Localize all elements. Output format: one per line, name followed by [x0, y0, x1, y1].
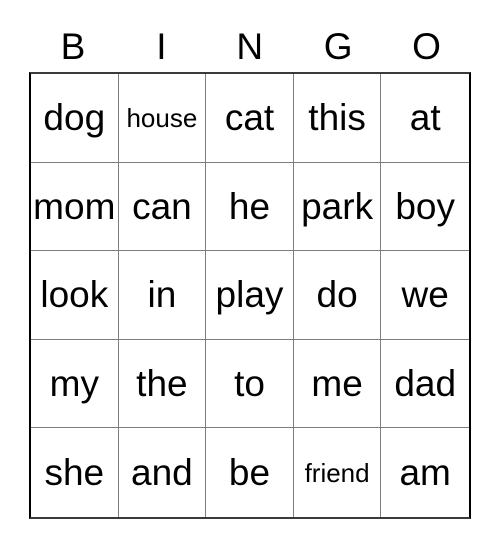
bingo-cell-label: to: [234, 363, 265, 405]
bingo-cell-label: dad: [394, 363, 457, 405]
bingo-card: B I N G O dog house cat this at mom can …: [29, 20, 471, 519]
bingo-cell-label: at: [409, 97, 441, 139]
bingo-cell-label: this: [308, 97, 366, 139]
bingo-cell-label: friend: [304, 457, 370, 488]
bingo-header-letter-b: B: [60, 25, 86, 67]
bingo-cell-label: boy: [395, 185, 456, 227]
bingo-header-row: B I N G O: [29, 20, 471, 72]
bingo-cell[interactable]: to: [206, 339, 294, 429]
bingo-cell[interactable]: friend: [293, 428, 382, 517]
bingo-cell[interactable]: my: [31, 339, 119, 429]
bingo-header-letter-i: I: [156, 25, 167, 67]
bingo-cell[interactable]: can: [118, 162, 207, 252]
bingo-cell-label: the: [136, 363, 188, 405]
bingo-cell-label: my: [49, 363, 99, 405]
bingo-cell[interactable]: she: [31, 428, 119, 517]
bingo-header-letter-o: O: [412, 25, 442, 67]
bingo-cell-label: am: [399, 452, 451, 494]
bingo-header-letter-n: N: [236, 25, 264, 67]
bingo-grid: dog house cat this at mom can he park bo…: [29, 72, 471, 519]
bingo-cell-label: we: [401, 274, 449, 316]
bingo-cell[interactable]: and: [118, 428, 207, 517]
bingo-cell[interactable]: this: [293, 74, 382, 163]
bingo-cell[interactable]: at: [381, 74, 469, 163]
bingo-cell[interactable]: mom: [31, 162, 119, 252]
bingo-cell[interactable]: boy: [381, 162, 469, 252]
bingo-cell-label: me: [311, 363, 363, 405]
bingo-cell[interactable]: house: [118, 74, 207, 163]
bingo-cell[interactable]: we: [381, 251, 469, 340]
bingo-cell-label: she: [44, 452, 105, 494]
bingo-cell[interactable]: play: [206, 251, 294, 340]
bingo-cell-label: play: [215, 274, 284, 316]
bingo-cell-label: park: [301, 185, 374, 227]
bingo-cell[interactable]: the: [118, 339, 207, 429]
bingo-cell-label: in: [147, 274, 177, 316]
bingo-cell[interactable]: dad: [381, 339, 469, 429]
bingo-cell[interactable]: he: [206, 162, 294, 252]
bingo-cell[interactable]: be: [206, 428, 294, 517]
bingo-cell-label: cat: [224, 97, 275, 139]
bingo-cell[interactable]: dog: [31, 74, 119, 163]
bingo-cell-label: be: [228, 452, 271, 494]
bingo-cell[interactable]: am: [381, 428, 469, 517]
bingo-cell[interactable]: me: [293, 339, 382, 429]
bingo-cell[interactable]: cat: [206, 74, 294, 163]
bingo-cell-label: mom: [33, 185, 116, 227]
bingo-cell[interactable]: park: [293, 162, 382, 252]
bingo-cell-label: dog: [43, 97, 106, 139]
bingo-cell-label: can: [132, 185, 192, 227]
bingo-cell-label: do: [316, 274, 358, 316]
bingo-cell-label: house: [126, 102, 198, 133]
bingo-header-letter-g: G: [323, 25, 354, 67]
bingo-cell-label: and: [131, 452, 193, 494]
bingo-cell-label: look: [40, 274, 109, 316]
bingo-cell[interactable]: look: [31, 251, 119, 340]
bingo-cell[interactable]: do: [293, 251, 382, 340]
bingo-cell[interactable]: in: [118, 251, 207, 340]
bingo-cell-label: he: [228, 185, 271, 227]
